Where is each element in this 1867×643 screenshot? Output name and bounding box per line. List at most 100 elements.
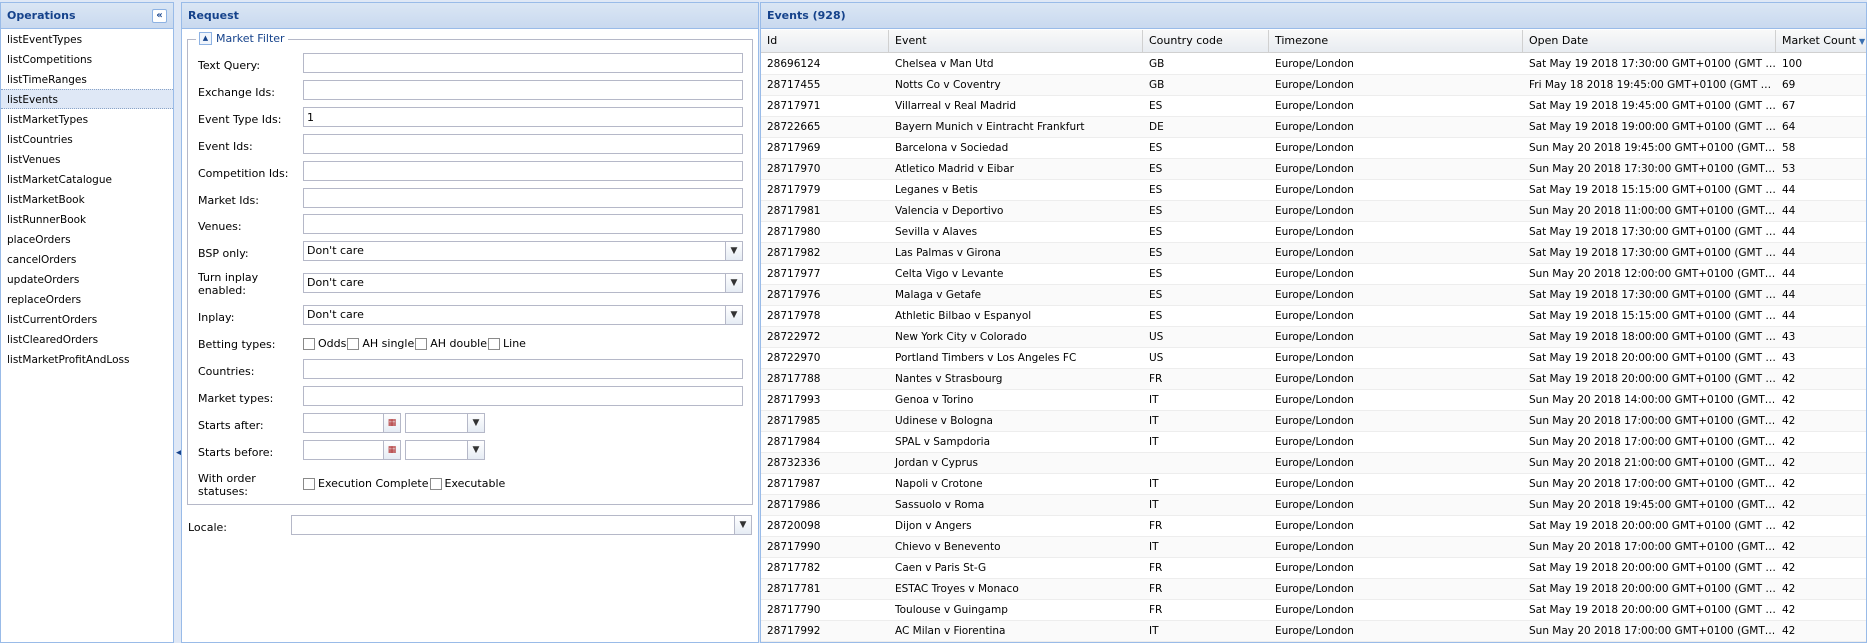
order-status-execution-complete[interactable]: Execution Complete: [303, 477, 429, 490]
locale-select[interactable]: ▼: [291, 515, 752, 535]
betting-type-line[interactable]: Line: [488, 337, 526, 350]
operation-item-updateOrders[interactable]: updateOrders: [1, 269, 173, 289]
operation-item-replaceOrders[interactable]: replaceOrders: [1, 289, 173, 309]
table-row[interactable]: 28717987 Napoli v Crotone IT Europe/London S…: [761, 474, 1866, 495]
cell-timezone: Europe/London: [1275, 394, 1354, 406]
inplay-select[interactable]: Don't care ▼: [303, 305, 743, 325]
starts-after-date-input[interactable]: ▦: [303, 413, 401, 433]
bsp-only-select[interactable]: Don't care ▼: [303, 241, 743, 261]
table-row[interactable]: 28717984 SPAL v Sampdoria IT Europe/London S…: [761, 432, 1866, 453]
column-header-market-count[interactable]: Market Count ▼: [1776, 30, 1866, 53]
table-row[interactable]: 28717979 Leganes v Betis ES Europe/London Sa…: [761, 180, 1866, 201]
cell-event: ESTAC Troyes v Monaco: [895, 583, 1019, 595]
table-row[interactable]: 28717790 Toulouse v Guingamp FR Europe/Lond…: [761, 600, 1866, 621]
checkbox[interactable]: [415, 337, 428, 350]
operation-item-listCompetitions[interactable]: listCompetitions: [1, 49, 173, 69]
chevron-down-icon[interactable]: ▼: [725, 306, 742, 324]
market-filter-legend[interactable]: ▲ Market Filter: [196, 32, 288, 45]
table-row[interactable]: 28717970 Atletico Madrid v Eibar ES Europe/…: [761, 159, 1866, 180]
competition-ids-input[interactable]: [303, 161, 743, 181]
cell-country-code: IT: [1149, 436, 1159, 448]
checkbox[interactable]: [303, 477, 315, 490]
column-header-country-code[interactable]: Country code: [1143, 30, 1269, 53]
table-row[interactable]: 28717985 Udinese v Bologna IT Europe/London…: [761, 411, 1866, 432]
table-row[interactable]: 28717993 Genoa v Torino IT Europe/London Sun…: [761, 390, 1866, 411]
event-ids-input[interactable]: [303, 134, 743, 154]
operation-item-listVenues[interactable]: listVenues: [1, 149, 173, 169]
double-chevron-left-icon[interactable]: «: [152, 9, 167, 23]
starts-after-time-select[interactable]: ▼: [405, 413, 485, 433]
operation-item-listRunnerBook[interactable]: listRunnerBook: [1, 209, 173, 229]
operation-item-listTimeRanges[interactable]: listTimeRanges: [1, 69, 173, 89]
cell-timezone: Europe/London: [1275, 310, 1354, 322]
table-row[interactable]: 28720098 Dijon v Angers FR Europe/London Sat…: [761, 516, 1866, 537]
text-query-input[interactable]: [303, 53, 743, 73]
table-row[interactable]: 28717976 Malaga v Getafe ES Europe/London Sa…: [761, 285, 1866, 306]
table-row[interactable]: 28696124 Chelsea v Man Utd GB Europe/London…: [761, 54, 1866, 75]
cell-event: Chelsea v Man Utd: [895, 58, 994, 70]
operation-item-listEventTypes[interactable]: listEventTypes: [1, 29, 173, 49]
table-row[interactable]: 28722972 New York City v Colorado US Europe…: [761, 327, 1866, 348]
operation-item-listClearedOrders[interactable]: listClearedOrders: [1, 329, 173, 349]
event-type-ids-input[interactable]: [303, 107, 743, 127]
checkbox[interactable]: [347, 337, 360, 350]
chevron-down-icon[interactable]: ▼: [725, 242, 742, 260]
collapse-up-icon[interactable]: ▲: [199, 32, 212, 45]
table-row[interactable]: 28717788 Nantes v Strasbourg FR Europe/Lond…: [761, 369, 1866, 390]
operation-item-listCurrentOrders[interactable]: listCurrentOrders: [1, 309, 173, 329]
betting-type-odds[interactable]: Odds: [303, 337, 346, 350]
checkbox[interactable]: [303, 337, 315, 350]
table-row[interactable]: 28722970 Portland Timbers v Los Angeles F…: [761, 348, 1866, 369]
chevron-down-icon[interactable]: ▼: [467, 414, 484, 432]
operation-item-listMarketBook[interactable]: listMarketBook: [1, 189, 173, 209]
market-types-input[interactable]: [303, 386, 743, 406]
operation-item-cancelOrders[interactable]: cancelOrders: [1, 249, 173, 269]
order-status-executable[interactable]: Executable: [429, 477, 505, 490]
operation-item-listMarketTypes[interactable]: listMarketTypes: [1, 109, 173, 129]
starts-before-time-select[interactable]: ▼: [405, 440, 485, 460]
table-row[interactable]: 28722665 Bayern Munich v Eintracht Frankf…: [761, 117, 1866, 138]
table-row[interactable]: 28717781 ESTAC Troyes v Monaco FR Europe/Lo…: [761, 579, 1866, 600]
operation-item-placeOrders[interactable]: placeOrders: [1, 229, 173, 249]
market-ids-input[interactable]: [303, 188, 743, 208]
betting-type-label: Odds: [318, 337, 347, 350]
checkbox[interactable]: [488, 337, 501, 350]
table-row[interactable]: 28732336 Jordan v Cyprus Europe/London Sun …: [761, 453, 1866, 474]
request-header: Request: [182, 3, 758, 29]
table-row[interactable]: 28717455 Notts Co v Coventry GB Europe/Lond…: [761, 75, 1866, 96]
venues-input[interactable]: [303, 214, 743, 234]
operation-item-listMarketCatalogue[interactable]: listMarketCatalogue: [1, 169, 173, 189]
table-row[interactable]: 28717971 Villarreal v Real Madrid ES Europe…: [761, 96, 1866, 117]
table-row[interactable]: 28717782 Caen v Paris St-G FR Europe/London…: [761, 558, 1866, 579]
table-row[interactable]: 28717992 AC Milan v Fiorentina IT Europe/Lo…: [761, 621, 1866, 642]
chevron-down-icon[interactable]: ▼: [725, 274, 742, 292]
table-row[interactable]: 28717982 Las Palmas v Girona ES Europe/Lond…: [761, 243, 1866, 264]
table-row[interactable]: 28717978 Athletic Bilbao v Espanyol ES Euro…: [761, 306, 1866, 327]
calendar-icon[interactable]: ▦: [383, 414, 400, 432]
chevron-down-icon[interactable]: ▼: [467, 441, 484, 459]
starts-before-date-input[interactable]: ▦: [303, 440, 401, 460]
table-row[interactable]: 28717977 Celta Vigo v Levante ES Europe/Lon…: [761, 264, 1866, 285]
turn-inplay-select[interactable]: Don't care ▼: [303, 273, 743, 293]
betting-type-ah-double[interactable]: AH double: [415, 337, 487, 350]
operation-item-listCountries[interactable]: listCountries: [1, 129, 173, 149]
table-row[interactable]: 28717981 Valencia v Deportivo ES Europe/Lon…: [761, 201, 1866, 222]
operation-item-listMarketProfitAndLoss[interactable]: listMarketProfitAndLoss: [1, 349, 173, 369]
cell-timezone: Europe/London: [1275, 499, 1354, 511]
table-row[interactable]: 28717990 Chievo v Benevento IT Europe/Londo…: [761, 537, 1866, 558]
countries-input[interactable]: [303, 359, 743, 379]
table-row[interactable]: 28717986 Sassuolo v Roma IT Europe/London Su…: [761, 495, 1866, 516]
table-row[interactable]: 28717980 Sevilla v Alaves ES Europe/London S…: [761, 222, 1866, 243]
column-header-id[interactable]: Id: [761, 30, 889, 53]
operation-item-listEvents[interactable]: listEvents: [1, 89, 173, 109]
column-header-open-date[interactable]: Open Date: [1523, 30, 1776, 53]
table-row[interactable]: 28717969 Barcelona v Sociedad ES Europe/Lon…: [761, 138, 1866, 159]
chevron-down-icon[interactable]: ▼: [734, 516, 751, 534]
cell-event: Celta Vigo v Levante: [895, 268, 1004, 280]
column-header-event[interactable]: Event: [889, 30, 1143, 53]
checkbox[interactable]: [429, 477, 442, 490]
calendar-icon[interactable]: ▦: [383, 441, 400, 459]
exchange-ids-input[interactable]: [303, 80, 743, 100]
betting-type-ah-single[interactable]: AH single: [347, 337, 414, 350]
column-header-timezone[interactable]: Timezone: [1269, 30, 1523, 53]
